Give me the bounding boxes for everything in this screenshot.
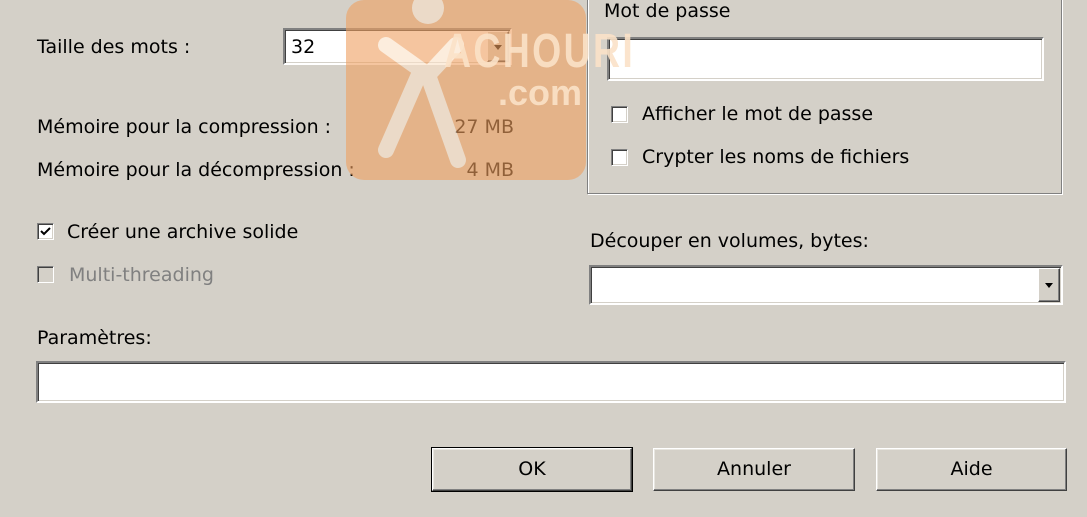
mem-decompress-value: 4 MB <box>466 159 514 181</box>
watermark-subtext: .com <box>498 72 583 113</box>
word-size-select[interactable]: 32 <box>283 28 512 65</box>
show-password-option[interactable]: Afficher le mot de passe <box>611 102 911 126</box>
show-password-label: Afficher le mot de passe <box>642 103 874 125</box>
multithreading-checkbox <box>37 266 54 283</box>
multithreading-option: Multi-threading <box>37 263 237 287</box>
encryption-group-label: Mot de passe <box>601 0 734 22</box>
parameters-input[interactable] <box>36 361 1066 403</box>
ok-button[interactable]: OK <box>431 447 633 492</box>
encrypt-names-checkbox[interactable] <box>611 149 628 166</box>
parameters-label: Paramètres: <box>37 327 152 349</box>
encrypt-names-label: Crypter les noms de fichiers <box>642 146 910 168</box>
solid-archive-label: Créer une archive solide <box>67 221 299 243</box>
show-password-checkbox[interactable] <box>611 106 628 123</box>
volumes-select[interactable] <box>589 265 1063 305</box>
cancel-button[interactable]: Annuler <box>653 448 855 491</box>
mem-compress-value: 27 MB <box>454 116 514 138</box>
checkmark-icon <box>40 227 51 236</box>
help-button[interactable]: Aide <box>876 448 1067 491</box>
multithreading-label: Multi-threading <box>69 264 214 286</box>
mem-compress-label: Mémoire pour la compression : <box>37 116 332 138</box>
word-size-label: Taille des mots : <box>37 36 191 58</box>
chevron-down-icon[interactable] <box>1038 268 1060 302</box>
mem-decompress-label: Mémoire pour la décompression : <box>37 159 355 181</box>
volumes-label: Découper en volumes, bytes: <box>590 230 869 252</box>
solid-archive-checkbox[interactable] <box>37 223 54 240</box>
encrypt-names-option[interactable]: Crypter les noms de fichiers <box>611 145 931 169</box>
word-size-value: 32 <box>291 36 316 58</box>
password-input[interactable] <box>607 37 1044 81</box>
chevron-down-icon[interactable] <box>487 31 509 62</box>
solid-archive-option[interactable]: Créer une archive solide <box>37 220 327 244</box>
